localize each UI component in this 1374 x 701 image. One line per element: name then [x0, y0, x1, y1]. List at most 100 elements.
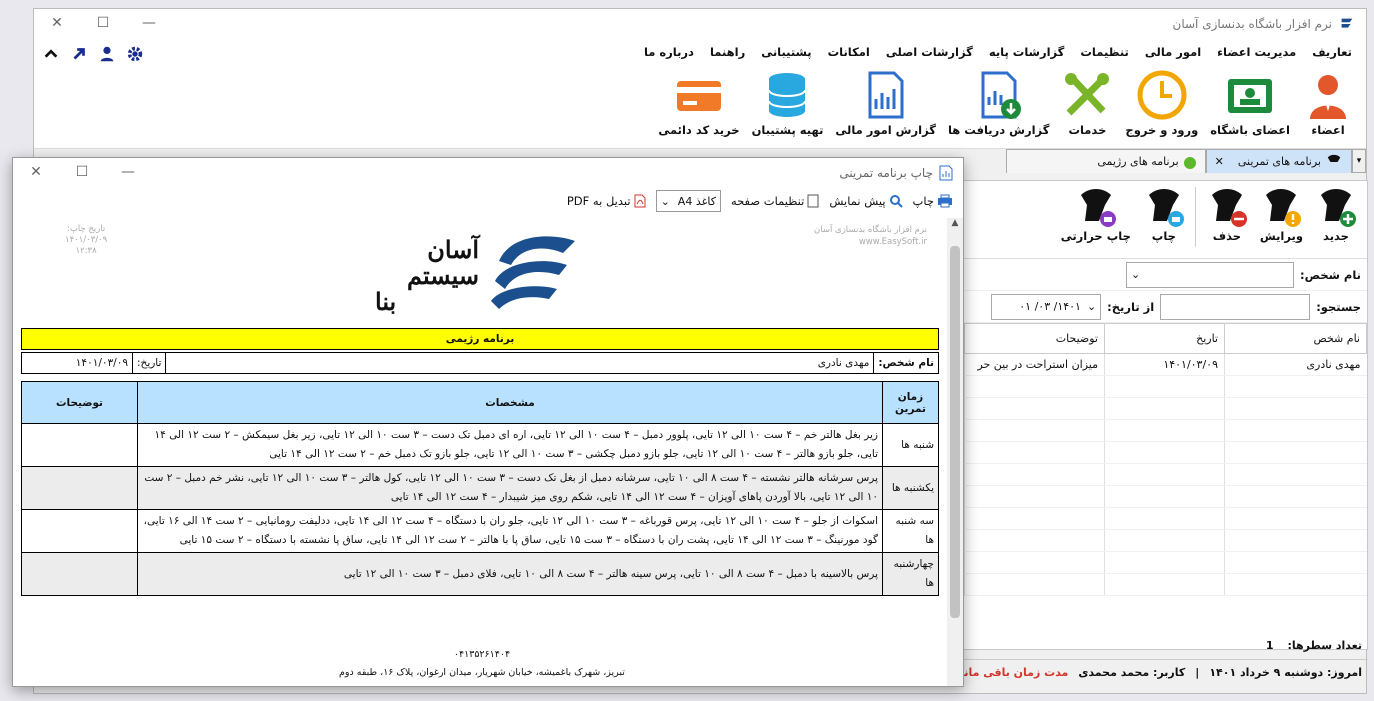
- col-desc[interactable]: توضیحات: [964, 323, 1105, 354]
- ribbon-entry-exit[interactable]: ورود و خروج: [1125, 69, 1198, 137]
- ribbon-club-members[interactable]: اعضای باشگاه: [1210, 69, 1290, 137]
- pdf-export-action[interactable]: تبدیل به PDF: [567, 194, 646, 208]
- menu-definitions[interactable]: تعاریف: [1304, 45, 1360, 59]
- table-row: چهارشنبه ها پرس بالاسینه با دمبل – ۴ ست …: [21, 552, 939, 596]
- menu-main-reports[interactable]: گزارشات اصلی: [878, 45, 981, 59]
- toolbar-divider: [1194, 187, 1196, 247]
- logo-mark-icon: [491, 236, 575, 309]
- tabs-dropdown-icon[interactable]: ▾: [1352, 149, 1366, 173]
- panel-toolbar: جدید ویرایش حذف چاپ چاپ حرارتی: [964, 181, 1367, 259]
- report-download-icon: [981, 71, 1021, 119]
- ribbon-buy-license[interactable]: خرید کد دائمی: [658, 69, 740, 137]
- minimize-icon[interactable]: —: [126, 9, 172, 37]
- table-row: سه شنبه ها اسکوات از جلو – ۴ ست ۱۰ الی ۱…: [21, 509, 939, 553]
- document: نرم افزار باشگاه بدنسازی آسان www.EasySo…: [21, 216, 941, 686]
- kettlebell-remove-icon: [1211, 189, 1247, 227]
- print-action[interactable]: چاپ: [913, 194, 953, 208]
- ribbon-receipts-report[interactable]: گزارش دریافت ها: [948, 69, 1049, 137]
- menu-settings[interactable]: تنظیمات: [1072, 45, 1137, 59]
- arrow-up-right-icon[interactable]: [70, 45, 88, 63]
- user-icon[interactable]: [98, 45, 116, 63]
- scrollbar-thumb[interactable]: [950, 246, 960, 618]
- person-select[interactable]: ⌄: [1126, 261, 1295, 288]
- tab-close-icon[interactable]: ✕: [1215, 155, 1224, 168]
- print-titlebar: چاپ برنامه تمرینی ✕ ☐ —: [13, 158, 963, 188]
- kettlebell-thermal-print-icon: [1080, 189, 1116, 227]
- menu-about[interactable]: درباره ما: [636, 45, 702, 59]
- status-today: امروز: دوشنبه ۹ خرداد ۱۴۰۱: [1209, 666, 1362, 679]
- table-row: شنبه ها زیر بغل هالتر خم – ۴ ست ۱۰ الی ۱…: [21, 423, 939, 467]
- delete-button[interactable]: حذف: [1206, 187, 1248, 243]
- tab-diet-programs[interactable]: برنامه های رژیمی: [1005, 149, 1206, 173]
- chevron-down-icon: ⌄: [660, 194, 670, 208]
- close-icon[interactable]: ✕: [13, 158, 59, 186]
- menu-help[interactable]: راهنما: [702, 45, 753, 59]
- statusbar: تعداد سطرها: 1 امروز: دوشنبه ۹ خرداد ۱۴۰…: [922, 631, 1368, 691]
- company-logo: آسان سیستم بنا: [361, 228, 601, 324]
- report-icon: [939, 165, 953, 181]
- person-icon: [1310, 75, 1346, 119]
- menu-basic-reports[interactable]: گزارشات پایه: [981, 45, 1073, 59]
- new-button[interactable]: جدید: [1315, 187, 1357, 243]
- vertical-scrollbar[interactable]: ▲: [947, 218, 963, 686]
- print-button[interactable]: چاپ: [1143, 187, 1185, 243]
- col-date[interactable]: تاریخ: [1104, 323, 1225, 354]
- page-icon: [807, 194, 819, 208]
- menu-finance[interactable]: امور مالی: [1137, 45, 1209, 59]
- search-input[interactable]: [1160, 293, 1311, 320]
- menu-support[interactable]: پشتیبانی: [753, 45, 819, 59]
- ribbon-finance-report[interactable]: گزارش امور مالی: [835, 69, 936, 137]
- kettlebell-warning-icon: [1266, 189, 1302, 227]
- document-footer: ۰۴۱۳۵۲۶۱۴۰۴ تبریز، شهرک باغمیشه، خیابان …: [339, 649, 625, 678]
- clock-icon: [1137, 70, 1187, 120]
- printer-icon: [938, 194, 952, 208]
- ribbon-backup[interactable]: تهیه پشتیبان: [752, 69, 823, 137]
- main-titlebar: نرم افزار باشگاه بدنسازی آسان ✕ ☐ —: [34, 9, 1366, 39]
- page-settings-action[interactable]: تنظیمات صفحه: [731, 194, 819, 208]
- ribbon: اعضاء اعضای باشگاه ورود و خروج خدمات گزا…: [34, 65, 1366, 149]
- table-row: یکشنبه ها پرس سرشانه هالتر نشسته – ۴ ست …: [21, 466, 939, 510]
- menu-features[interactable]: امکانات: [820, 45, 878, 59]
- kettlebell-add-icon: [1321, 189, 1356, 227]
- menu-members[interactable]: مدیریت اعضاء: [1209, 45, 1304, 59]
- main-title: نرم افزار باشگاه بدنسازی آسان: [1172, 17, 1332, 31]
- database-icon: [768, 73, 807, 117]
- tab-training-programs[interactable]: برنامه های تمرینی ✕: [1205, 149, 1352, 173]
- table-row[interactable]: مهدی نادری ۱۴۰۱/۰۳/۰۹ میزان استراحت در ب…: [964, 353, 1367, 376]
- search-filter-row: جستجو: از تاریخ: ⌄ ۱۴۰۱/ ۰۳/ ۰۱: [964, 291, 1367, 323]
- scroll-up-icon[interactable]: ▲: [947, 218, 963, 228]
- maximize-icon[interactable]: ☐: [80, 9, 126, 37]
- thermal-print-button[interactable]: چاپ حرارتی: [1061, 187, 1131, 243]
- col-person[interactable]: نام شخص: [1224, 323, 1367, 354]
- pdf-icon: [634, 194, 646, 208]
- app-logo-icon: [1341, 18, 1353, 28]
- preview-action[interactable]: پیش نمایش: [829, 194, 903, 208]
- chevron-up-icon[interactable]: [42, 45, 60, 63]
- minimize-icon[interactable]: —: [105, 158, 151, 186]
- print-dialog: چاپ برنامه تمرینی ✕ ☐ — چاپ پیش نمایش تن…: [12, 157, 964, 687]
- edit-button[interactable]: ویرایش: [1260, 187, 1303, 243]
- document-heading: برنامه رژیمی: [21, 328, 939, 350]
- kettlebell-icon: [1327, 154, 1341, 162]
- program-table: زمان تمرین مشخصات توضیحات شنبه ها زیر بغ…: [21, 381, 939, 596]
- ribbon-members[interactable]: اعضاء: [1302, 69, 1354, 137]
- person-filter-row: نام شخص: ⌄: [964, 259, 1367, 291]
- chevron-down-icon: ⌄: [1131, 268, 1141, 281]
- ribbon-services[interactable]: خدمات: [1061, 69, 1113, 137]
- maximize-icon[interactable]: ☐: [59, 158, 105, 186]
- apple-icon: [1183, 156, 1196, 169]
- chevron-down-icon: ⌄: [1086, 300, 1097, 313]
- credit-card-icon: [676, 81, 721, 111]
- close-icon[interactable]: ✕: [34, 9, 80, 37]
- menubar: تعاریف مدیریت اعضاء امور مالی تنظیمات گز…: [34, 39, 1366, 65]
- print-preview-page: نرم افزار باشگاه بدنسازی آسان www.EasySo…: [13, 216, 961, 686]
- report-icon: [868, 71, 904, 119]
- person-info-row: نام شخص: مهدی نادری تاریخ: ۱۴۰۱/۰۳/۰۹: [21, 352, 939, 374]
- gear-icon[interactable]: [126, 45, 144, 63]
- paper-size-select[interactable]: کاغذ A4 ⌄: [655, 190, 721, 212]
- from-date-picker[interactable]: ⌄ ۱۴۰۱/ ۰۳/ ۰۱: [991, 293, 1102, 320]
- print-toolbar: چاپ پیش نمایش تنظیمات صفحه کاغذ A4 ⌄ تبد…: [13, 188, 963, 214]
- tab-strip: ▾ برنامه های تمرینی ✕ برنامه های رژیمی: [1005, 147, 1366, 173]
- training-panel: جدید ویرایش حذف چاپ چاپ حرارتی نام شخص:: [963, 180, 1368, 650]
- tools-icon: [1065, 73, 1110, 116]
